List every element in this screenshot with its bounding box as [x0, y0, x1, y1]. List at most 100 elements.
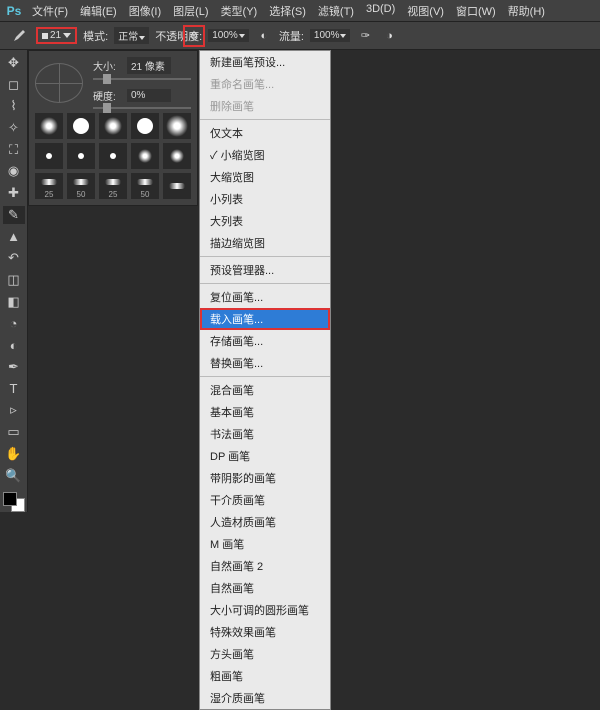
hardness-label: 硬度: — [93, 88, 121, 103]
stamp-tool[interactable]: ▲ — [3, 228, 25, 246]
menu-item[interactable]: DP 画笔 — [200, 445, 330, 467]
brush-preset[interactable] — [99, 143, 127, 169]
brush-preset[interactable] — [131, 113, 159, 139]
dodge-tool[interactable]: ◐ — [3, 336, 25, 354]
menu-item[interactable]: 窗口(W) — [450, 1, 502, 21]
menu-item[interactable]: 基本画笔 — [200, 401, 330, 423]
lasso-tool[interactable]: ⌇ — [3, 97, 25, 115]
menu-item[interactable]: 干介质画笔 — [200, 489, 330, 511]
menu-item[interactable]: 新建画笔预设... — [200, 51, 330, 73]
opacity-input[interactable]: 100% — [208, 29, 249, 42]
brush-preset[interactable] — [163, 143, 191, 169]
brush-preset[interactable] — [99, 113, 127, 139]
history-brush-tool[interactable]: ↶ — [3, 249, 25, 267]
brush-preset[interactable] — [35, 113, 63, 139]
menu-item[interactable]: 文件(F) — [26, 1, 74, 21]
brush-angle-control[interactable] — [35, 63, 83, 103]
zoom-tool[interactable]: 🔍 — [3, 467, 25, 485]
brush-tool-icon[interactable] — [8, 25, 30, 47]
menu-item[interactable]: 仅文本 — [200, 122, 330, 144]
brush-preset[interactable] — [67, 113, 95, 139]
menu-item[interactable]: 图像(I) — [123, 1, 167, 21]
brush-preset[interactable]: 50 — [131, 173, 159, 199]
path-tool[interactable]: ▹ — [3, 402, 25, 420]
menu-item[interactable]: 自然画笔 — [200, 577, 330, 599]
blur-tool[interactable]: ◔ — [3, 315, 25, 333]
menu-item[interactable]: 大小可调的圆形画笔 — [200, 599, 330, 621]
fg-color-swatch[interactable] — [3, 492, 17, 506]
menu-item[interactable]: 视图(V) — [401, 1, 450, 21]
ps-logo: Ps — [4, 1, 24, 21]
menu-item[interactable]: 大缩览图 — [200, 166, 330, 188]
menu-item[interactable]: 特殊效果画笔 — [200, 621, 330, 643]
wand-tool[interactable]: ✧ — [3, 119, 25, 137]
menu-item[interactable]: 方头画笔 — [200, 643, 330, 665]
brush-size-picker[interactable]: 21 — [36, 27, 77, 44]
mode-label: 模式: — [83, 28, 108, 44]
brush-preset[interactable]: 25 — [99, 173, 127, 199]
menu-item[interactable]: 带阴影的画笔 — [200, 467, 330, 489]
separator — [200, 119, 330, 120]
type-tool[interactable]: T — [3, 380, 25, 398]
brush-preset[interactable] — [163, 113, 191, 139]
pen-tool[interactable]: ✒ — [3, 358, 25, 376]
menu-item[interactable]: M 画笔 — [200, 533, 330, 555]
menu-item[interactable]: 图层(L) — [167, 1, 214, 21]
menu-item[interactable]: 小缩览图 — [200, 144, 330, 166]
brush-preset[interactable] — [67, 143, 95, 169]
gear-icon[interactable]: ⚙ — [183, 25, 205, 47]
menu-item[interactable]: 描边缩览图 — [200, 232, 330, 254]
airbrush-icon[interactable]: ✑ — [356, 27, 374, 45]
menu-item[interactable]: 粗画笔 — [200, 665, 330, 687]
menu-item[interactable]: 人造材质画笔 — [200, 511, 330, 533]
chevron-down-icon — [63, 33, 71, 38]
menu-item[interactable]: 小列表 — [200, 188, 330, 210]
menu-item[interactable]: 混合画笔 — [200, 379, 330, 401]
pressure-opacity-icon[interactable]: ◐ — [255, 27, 273, 45]
menu-item[interactable]: 大列表 — [200, 210, 330, 232]
hardness-value[interactable]: 0% — [127, 89, 171, 102]
brush-tool[interactable]: ✎ — [3, 206, 25, 224]
menu-item[interactable]: 帮助(H) — [502, 1, 551, 21]
brush-size-value: 21 — [50, 30, 61, 41]
menu-item[interactable]: 书法画笔 — [200, 423, 330, 445]
brush-preset[interactable] — [35, 143, 63, 169]
menu-item[interactable]: 载入画笔... — [200, 308, 330, 330]
menu-item[interactable]: 替换画笔... — [200, 352, 330, 374]
brush-preset[interactable]: 50 — [67, 173, 95, 199]
menu-item[interactable]: 湿介质画笔 — [200, 687, 330, 709]
size-label: 大小: — [93, 58, 121, 73]
brush-presets-grid: 25 50 25 50 — [35, 113, 191, 199]
menu-item[interactable]: 存储画笔... — [200, 330, 330, 352]
eyedropper-tool[interactable]: ◉ — [3, 163, 25, 181]
menu-item[interactable]: 类型(Y) — [215, 1, 264, 21]
menu-item[interactable]: 复位画笔... — [200, 286, 330, 308]
move-tool[interactable]: ✥ — [3, 54, 25, 72]
pressure-size-icon[interactable]: ◑ — [380, 27, 398, 45]
heal-tool[interactable]: ✚ — [3, 184, 25, 202]
menu-item[interactable]: 预设管理器... — [200, 259, 330, 281]
gradient-tool[interactable]: ◧ — [3, 293, 25, 311]
separator — [200, 256, 330, 257]
menu-item[interactable]: 3D(D) — [360, 1, 401, 21]
marquee-tool[interactable]: ◻ — [3, 76, 25, 94]
crop-tool[interactable]: ⛶ — [3, 141, 25, 159]
shape-tool[interactable]: ▭ — [3, 423, 25, 441]
menu-item[interactable]: 自然画笔 2 — [200, 555, 330, 577]
menu-item[interactable]: 选择(S) — [263, 1, 312, 21]
color-swatches[interactable] — [3, 492, 25, 512]
eraser-tool[interactable]: ◫ — [3, 271, 25, 289]
menu-item[interactable]: 滤镜(T) — [312, 1, 360, 21]
size-slider[interactable] — [93, 78, 191, 80]
flow-input[interactable]: 100% — [310, 29, 351, 42]
hand-tool[interactable]: ✋ — [3, 445, 25, 463]
menu-item: 重命名画笔... — [200, 73, 330, 95]
brush-preset[interactable] — [131, 143, 159, 169]
brush-preset[interactable] — [163, 173, 191, 199]
size-value[interactable]: 21 像素 — [127, 57, 171, 74]
brush-dot-icon — [42, 33, 48, 39]
hardness-slider[interactable] — [93, 107, 191, 109]
mode-select[interactable]: 正常 — [114, 27, 149, 44]
menu-item[interactable]: 编辑(E) — [74, 1, 123, 21]
brush-preset[interactable]: 25 — [35, 173, 63, 199]
